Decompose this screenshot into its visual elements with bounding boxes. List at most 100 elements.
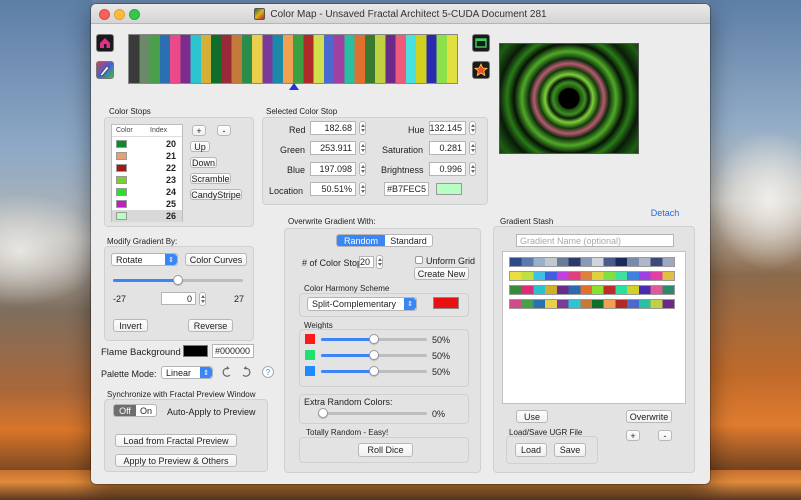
blue-stepper[interactable]: [359, 162, 366, 176]
hue-stepper[interactable]: [469, 121, 476, 135]
rotate-max-label: 27: [234, 294, 245, 304]
rotate-stepper[interactable]: [199, 292, 206, 306]
blue-field[interactable]: 197.098: [310, 162, 356, 176]
color-stop-row[interactable]: 21: [112, 150, 182, 162]
location-field[interactable]: 50.51%: [310, 182, 356, 196]
rotate-slider-knob[interactable]: [173, 275, 183, 285]
selected-color-swatch[interactable]: [436, 183, 462, 195]
redo-icon[interactable]: [240, 365, 252, 379]
undo-icon[interactable]: [221, 365, 233, 379]
color-stop-swatch: [116, 176, 127, 184]
load-from-preview-button[interactable]: Load from Fractal Preview: [115, 434, 237, 447]
num-stops-stepper[interactable]: [376, 255, 383, 269]
flame-background-hex-field[interactable]: #000000: [212, 344, 254, 358]
extra-random-knob[interactable]: [318, 408, 328, 418]
sync-toggle[interactable]: Off On: [113, 404, 157, 417]
sync-off-segment[interactable]: Off: [114, 405, 136, 416]
color-stop-row[interactable]: 24: [112, 186, 182, 198]
color-stops-table[interactable]: Color Index 20 21 22 23 24 25 26: [111, 124, 183, 222]
saturation-field[interactable]: 0.281: [429, 141, 466, 155]
help-icon[interactable]: ?: [262, 366, 274, 378]
rotate-value-field[interactable]: 0: [161, 292, 196, 305]
stashed-gradient[interactable]: [509, 257, 675, 267]
brightness-stepper[interactable]: [469, 162, 476, 176]
stash-remove-button[interactable]: -: [658, 430, 672, 441]
brightness-label: Brightness: [381, 165, 424, 175]
overwrite-stash-button[interactable]: Overwrite: [626, 410, 672, 423]
color-stop-row[interactable]: 25: [112, 198, 182, 210]
weight-color-swatch[interactable]: [305, 350, 315, 360]
gradient-preview-bar[interactable]: [128, 34, 458, 84]
color-stop-row[interactable]: 26: [112, 210, 182, 222]
flame-background-label: Flame Background: [101, 347, 181, 358]
create-new-button[interactable]: Create New: [414, 267, 469, 280]
palette-mode-popup[interactable]: Linear ⇕: [161, 366, 213, 379]
brightness-field[interactable]: 0.996: [429, 162, 466, 176]
document-icon: [254, 8, 266, 20]
reverse-button[interactable]: Reverse: [188, 319, 233, 332]
tab-standard[interactable]: Standard: [385, 235, 432, 246]
stashed-gradient[interactable]: [509, 285, 675, 295]
color-picker-icon[interactable]: [96, 61, 114, 79]
modify-mode-popup[interactable]: Rotate ⇕: [111, 253, 178, 266]
red-field[interactable]: 182.68: [310, 121, 356, 135]
sync-on-segment[interactable]: On: [136, 405, 156, 416]
add-stop-button[interactable]: +: [192, 125, 206, 136]
auto-apply-label: Auto-Apply to Preview: [167, 407, 256, 417]
move-down-button[interactable]: Down: [190, 157, 217, 168]
tab-random[interactable]: Random: [337, 235, 385, 246]
color-stop-index: 21: [165, 151, 176, 161]
color-stop-row[interactable]: 20: [112, 138, 182, 150]
chevron-updown-icon: ⇕: [404, 298, 416, 310]
red-stepper[interactable]: [359, 121, 366, 135]
extra-random-track[interactable]: [321, 412, 427, 415]
save-ugr-button[interactable]: Save: [554, 443, 586, 457]
weight-slider-knob[interactable]: [369, 350, 379, 360]
detach-button[interactable]: Detach: [647, 206, 683, 219]
load-ugr-button[interactable]: Load: [515, 443, 547, 457]
gradient-name-input[interactable]: Gradient Name (optional): [516, 234, 674, 247]
color-column-header: Color: [116, 127, 133, 134]
green-stepper[interactable]: [359, 141, 366, 155]
window-icon[interactable]: [472, 34, 490, 52]
candystripe-button[interactable]: CandyStripe: [190, 189, 242, 200]
star-icon[interactable]: [472, 61, 490, 79]
selected-stop-title: Selected Color Stop: [266, 107, 338, 116]
location-stepper[interactable]: [359, 182, 366, 196]
num-stops-field[interactable]: 20: [359, 256, 374, 268]
weight-slider-knob[interactable]: [369, 366, 379, 376]
roll-dice-button[interactable]: Roll Dice: [358, 443, 413, 457]
stash-add-button[interactable]: +: [626, 430, 640, 441]
weight-slider-knob[interactable]: [369, 334, 379, 344]
weight-color-swatch[interactable]: [305, 366, 315, 376]
invert-button[interactable]: Invert: [113, 319, 148, 332]
move-up-button[interactable]: Up: [190, 141, 210, 152]
stashed-gradient[interactable]: [509, 299, 675, 309]
extra-random-label-text: Extra Random Colors:: [304, 397, 393, 407]
harmony-popup[interactable]: Split-Complementary ⇕: [307, 297, 417, 311]
hex-field[interactable]: #B7FEC5: [384, 182, 429, 196]
green-field[interactable]: 253.911: [310, 141, 356, 155]
apply-to-preview-button[interactable]: Apply to Preview & Others: [115, 454, 237, 467]
color-stop-row[interactable]: 22: [112, 162, 182, 174]
weight-color-swatch[interactable]: [305, 334, 315, 344]
flame-background-swatch[interactable]: [183, 345, 208, 357]
saturation-stepper[interactable]: [469, 141, 476, 155]
uniform-grid-checkbox[interactable]: [415, 256, 423, 264]
house-icon[interactable]: [96, 34, 114, 52]
scramble-button[interactable]: Scramble: [190, 173, 231, 184]
color-stop-row[interactable]: 23: [112, 174, 182, 186]
overwrite-tabs[interactable]: Random Standard: [336, 234, 433, 247]
use-button[interactable]: Use: [516, 410, 548, 423]
hue-label: Hue: [408, 125, 425, 135]
gradient-stash-list[interactable]: [502, 251, 686, 404]
stashed-gradient[interactable]: [509, 271, 675, 281]
hue-field[interactable]: 132.145: [429, 121, 466, 135]
color-stop-index: 25: [165, 199, 176, 209]
desktop-wallpaper-right: [709, 0, 801, 500]
color-curves-button[interactable]: Color Curves: [185, 253, 247, 266]
window-title: Color Map - Unsaved Fractal Architect 5-…: [270, 8, 547, 20]
remove-stop-button[interactable]: -: [217, 125, 231, 136]
selected-stop-marker[interactable]: [289, 83, 299, 90]
harmony-color-swatch[interactable]: [433, 297, 459, 309]
